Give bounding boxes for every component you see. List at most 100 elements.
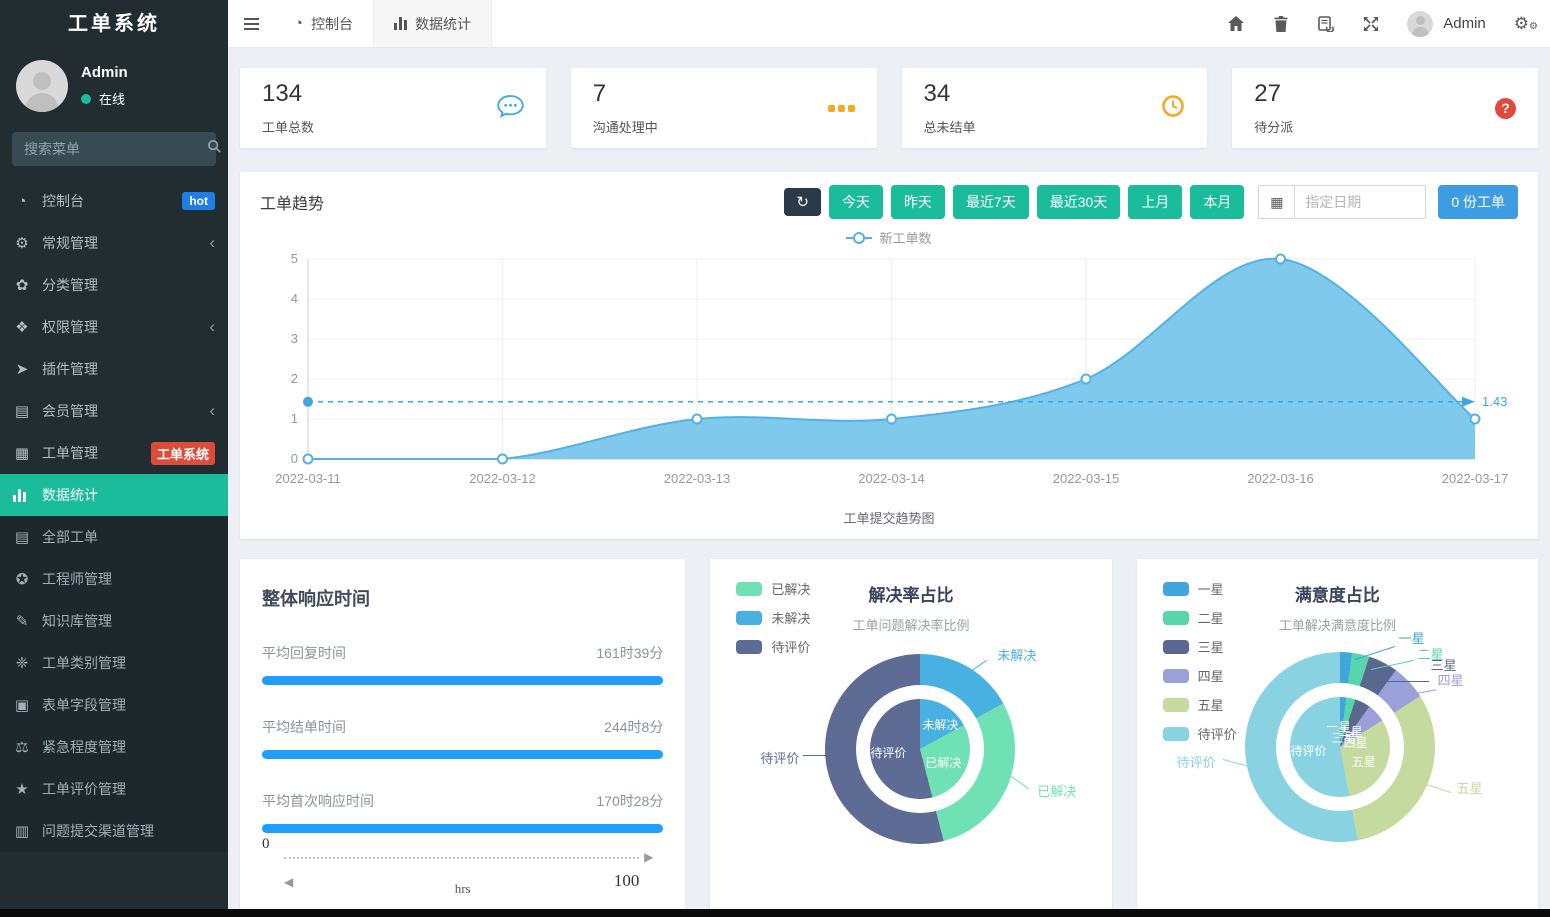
range-last7days-button[interactable]: 最近7天 [953,185,1029,219]
legend-item[interactable]: 待评价 [736,637,810,656]
stat-card-in-communication[interactable]: 7 沟通处理中 [571,68,877,148]
leaf-icon: ✿ [13,276,31,294]
settings-icon[interactable]: ⚙⚙ [1514,14,1538,34]
sidebar-item-dashboard[interactable]: ◔控制台hot [0,180,228,222]
pie-legend: 一星 二星 三星 四星 五星 待评价 [1163,579,1237,753]
sidebar-item-workorder-category[interactable]: ❈工单类别管理 [0,642,228,684]
svg-text:2: 2 [291,371,298,386]
stat-label: 总未结单 [924,117,976,136]
axis-track[interactable]: ▶ ◀ 100 [284,857,639,859]
fullscreen-icon[interactable] [1362,15,1379,32]
legend-label: 新工单数 [879,228,931,247]
stat-card-to-assign[interactable]: 27 待分派 ? [1232,68,1538,148]
refresh-button[interactable]: ↻ [784,188,821,216]
chart-legend[interactable]: 新工单数 [260,228,1518,247]
tab-dashboard[interactable]: ◔ 控制台 [274,0,373,47]
svg-text:1.43: 1.43 [1482,394,1507,409]
online-dot-icon [81,94,91,104]
clock-icon [1161,94,1185,123]
chevron-left-icon: ‹ [209,317,215,337]
date-picker: ▦ [1258,185,1426,219]
legend-item[interactable]: 四星 [1163,666,1237,685]
legend-item[interactable]: 已解决 [736,579,810,598]
metric-label: 平均回复时间 [262,643,346,663]
legend-item[interactable]: 待评价 [1163,724,1237,743]
main-content: 134 工单总数 7 沟通处理中 34 总未结单 27 待分派 ? [228,48,1550,917]
sidebar-item-data-statistics[interactable]: 数据统计 [0,474,228,516]
sidebar-item-engineer-management[interactable]: ✪工程师管理 [0,558,228,600]
svg-text:5: 5 [291,251,298,266]
trend-title: 工单趋势 [260,190,324,214]
response-card-title: 整体响应时间 [262,585,663,611]
trend-chart: 0123451.432022-03-112022-03-122022-03-13… [260,247,1516,499]
sidebar-item-permission-management[interactable]: ❖权限管理‹ [0,306,228,348]
svg-text:2022-03-17: 2022-03-17 [1442,471,1509,486]
range-lastmonth-button[interactable]: 上月 [1128,185,1182,219]
app-brand: 工单系统 [0,0,228,48]
form-icon: ▣ [13,696,31,714]
resolution-rate-card: 解决率占比 工单问题解决率比例 已解决 未解决 待评价 未解决 已解决 待评价 … [710,559,1111,911]
sidebar-item-member-management[interactable]: ▤会员管理‹ [0,390,228,432]
range-yesterday-button[interactable]: 昨天 [891,185,945,219]
sidebar-user-panel: Admin 在线 [0,48,228,126]
legend-item[interactable]: 二星 [1163,608,1237,627]
stat-card-total[interactable]: 134 工单总数 [240,68,546,148]
sidebar-item-form-fields[interactable]: ▣表单字段管理 [0,684,228,726]
sidebar-item-plugin-management[interactable]: ➤插件管理 [0,348,228,390]
legend-swatch [1163,669,1189,683]
graduation-cap-icon: ✎ [13,612,31,630]
search-icon[interactable] [207,139,222,159]
dashboard-icon: ◔ [294,15,303,32]
axis-min: 0 [262,836,270,852]
legend-swatch [1163,640,1189,654]
svg-text:2022-03-13: 2022-03-13 [664,471,731,486]
question-icon: ? [1495,98,1516,119]
chat-icon [497,94,524,123]
stat-value: 7 [593,80,658,108]
pie-legend: 已解决 未解决 待评价 [736,579,810,666]
legend-item[interactable]: 未解决 [736,608,810,627]
range-last30days-button[interactable]: 最近30天 [1037,185,1121,219]
trash-icon[interactable] [1272,15,1289,32]
stat-card-unclosed[interactable]: 34 总未结单 [902,68,1208,148]
user-name: Admin [1443,15,1486,32]
sidebar-item-all-workorders[interactable]: ▤全部工单 [0,516,228,558]
user-status: 在线 [99,89,125,108]
callout-label: 待评价 [1177,752,1216,771]
sidebar-item-general-management[interactable]: ⚙常规管理‹ [0,222,228,264]
star-icon: ★ [13,780,31,798]
menu-search-input[interactable] [22,140,207,158]
legend-item[interactable]: 五星 [1163,695,1237,714]
sidebar-item-submission-channel[interactable]: ▥问题提交渠道管理 [0,810,228,852]
user-menu[interactable]: Admin [1407,11,1486,37]
metric-label: 平均结单时间 [262,717,346,737]
workorder-count-button[interactable]: 0 份工单 [1438,185,1518,219]
chevron-left-icon: ‹ [209,401,215,421]
arrow-left-icon[interactable]: ◀ [284,875,293,890]
legend-item[interactable]: 一星 [1163,579,1237,598]
bar-chart-icon [394,17,407,30]
range-today-button[interactable]: 今天 [829,185,883,219]
sidebar-item-category-management[interactable]: ✿分类管理 [0,264,228,306]
range-thismonth-button[interactable]: 本月 [1190,185,1244,219]
sidebar-item-knowledge-base[interactable]: ✎知识库管理 [0,600,228,642]
ellipsis-icon [828,105,855,112]
legend-item[interactable]: 三星 [1163,637,1237,656]
clear-cache-icon[interactable] [1317,15,1334,32]
progress-bar [262,676,663,685]
legend-swatch [736,582,762,596]
sidebar-item-workorder-management[interactable]: ▦工单管理工单系统 [0,432,228,474]
map-icon: ▥ [13,822,31,840]
date-input[interactable] [1295,194,1425,210]
sidebar-toggle-icon[interactable] [228,0,274,47]
tab-data-statistics[interactable]: 数据统计 [373,0,492,47]
th-list-icon: ▤ [13,528,31,546]
sidebar-item-urgency-management[interactable]: ⚖紧急程度管理 [0,726,228,768]
engineer-icon: ✪ [13,570,31,588]
metric-value: 161时39分 [596,643,663,663]
sidebar-item-workorder-rating[interactable]: ★工单评价管理 [0,768,228,810]
arrow-right-icon[interactable]: ▶ [644,850,653,865]
bar-chart-icon [13,489,31,502]
home-icon[interactable] [1227,15,1244,32]
legend-swatch [1163,611,1189,625]
